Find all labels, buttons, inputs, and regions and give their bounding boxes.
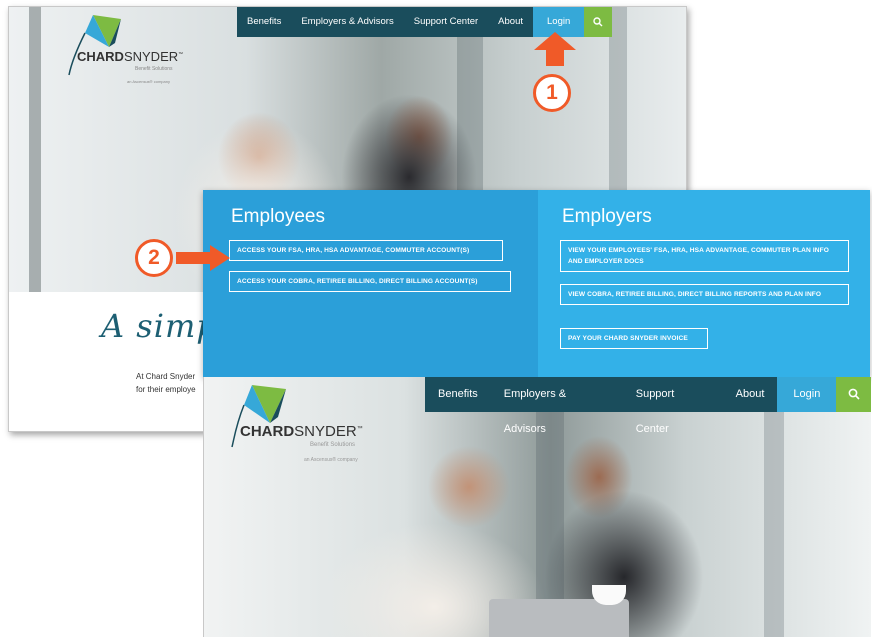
nav-support-center[interactable]: Support Center xyxy=(403,7,489,37)
employee-access-cobra-link[interactable]: ACCESS YOUR COBRA, RETIREE BILLING, DIRE… xyxy=(229,271,511,292)
employers-heading: Employers xyxy=(562,206,652,227)
main-nav: Benefits Employers & Advisors Support Ce… xyxy=(425,377,871,435)
employer-view-fsa-link[interactable]: VIEW YOUR EMPLOYEES' FSA, HRA, HSA ADVAN… xyxy=(560,240,849,272)
brand-parent: an Ascensus® company xyxy=(127,79,170,84)
nav-support-center[interactable]: Support Center xyxy=(622,377,723,435)
search-icon xyxy=(593,17,603,27)
employer-view-cobra-link[interactable]: VIEW COBRA, RETIREE BILLING, DIRECT BILL… xyxy=(560,284,849,305)
brand-sub: Benefit Solutions xyxy=(135,66,173,72)
nav-employers-advisors[interactable]: Employers & Advisors xyxy=(291,7,404,37)
login-dropdown-panel: Employees ACCESS YOUR FSA, HRA, HSA ADVA… xyxy=(203,190,870,377)
employer-pay-invoice-link[interactable]: PAY YOUR CHARD SNYDER INVOICE xyxy=(560,328,708,349)
search-button[interactable] xyxy=(584,7,613,37)
step1-arrow-icon xyxy=(534,32,576,66)
brand-sub: Benefit Solutions xyxy=(310,442,356,448)
employees-column: Employees ACCESS YOUR FSA, HRA, HSA ADVA… xyxy=(203,190,538,377)
nav-about[interactable]: About xyxy=(722,377,778,412)
brand-wordmark: CHARDSNYDER™ xyxy=(240,423,363,440)
chardsnyder-logo[interactable]: CHARDSNYDER™ Benefit Solutions an Ascens… xyxy=(230,383,410,468)
search-button[interactable] xyxy=(836,377,871,412)
employees-heading: Employees xyxy=(231,206,325,227)
step2-callout: 2 xyxy=(135,239,173,277)
nav-benefits[interactable]: Benefits xyxy=(425,377,491,412)
step1-callout: 1 xyxy=(533,74,571,112)
employers-column: Employers VIEW YOUR EMPLOYEES' FSA, HRA,… xyxy=(538,190,870,377)
hero-intro: At Chard Snyder for their employe xyxy=(136,372,196,394)
step2-arrow-icon xyxy=(176,245,230,271)
chardsnyder-logo[interactable]: CHARDSNYDER™ Benefit Solutions an Ascens… xyxy=(65,13,205,93)
employee-access-fsa-link[interactable]: ACCESS YOUR FSA, HRA, HSA ADVANTAGE, COM… xyxy=(229,240,503,261)
nav-employers-advisors[interactable]: Employers & Advisors xyxy=(490,377,623,435)
nav-benefits[interactable]: Benefits xyxy=(237,7,292,37)
brand-wordmark: CHARDSNYDER™ xyxy=(77,49,184,64)
search-icon xyxy=(848,388,860,400)
login-page-screenshot: CHARDSNYDER™ Benefit Solutions an Ascens… xyxy=(203,377,871,637)
brand-parent: an Ascensus® company xyxy=(304,457,358,463)
nav-login[interactable]: Login xyxy=(777,377,837,412)
nav-about[interactable]: About xyxy=(488,7,533,37)
